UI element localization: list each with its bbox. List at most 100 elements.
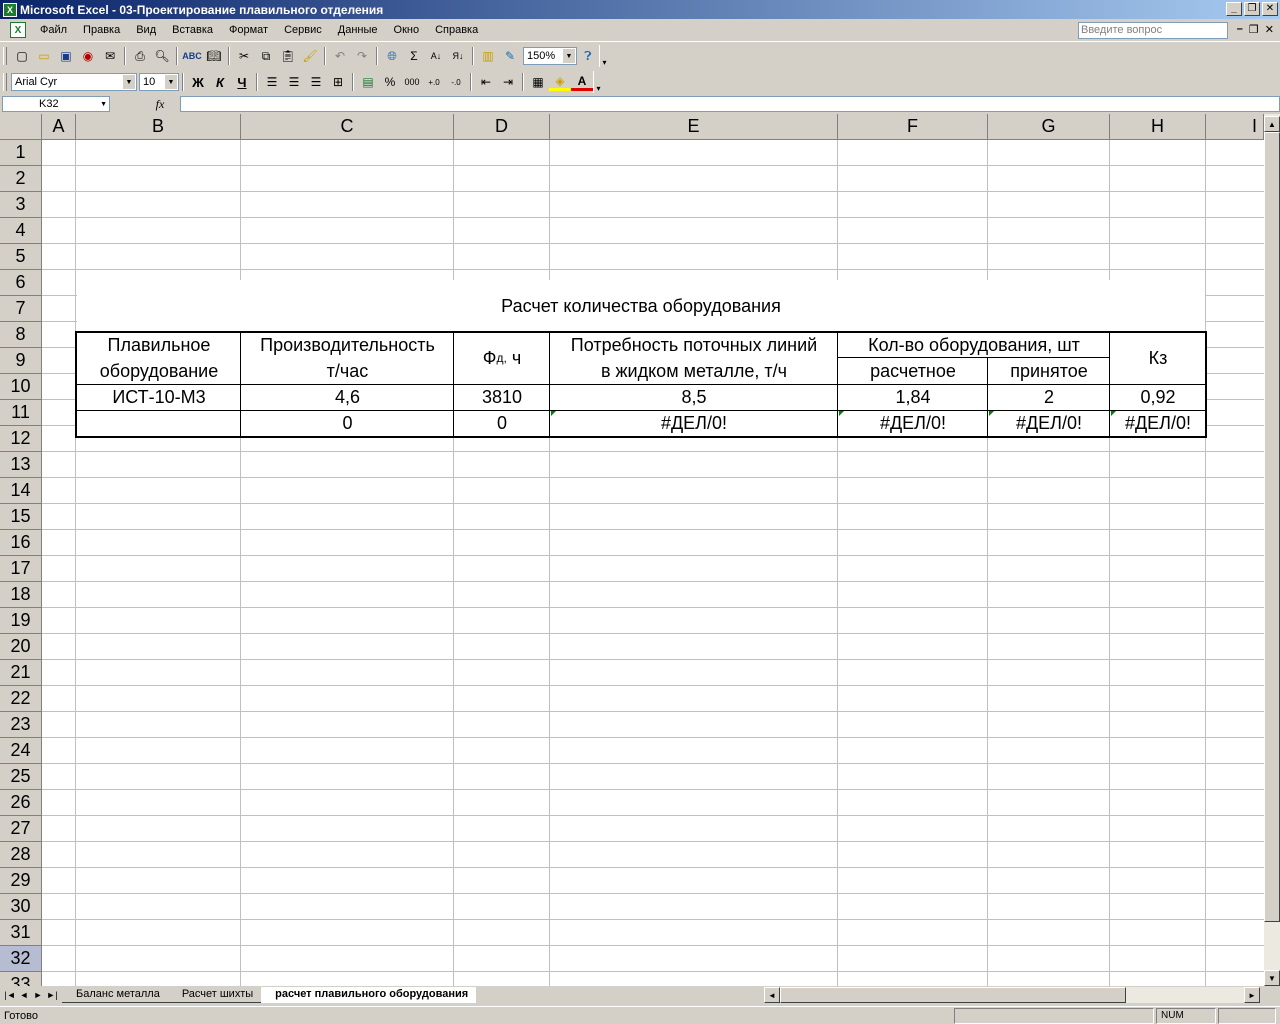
error-indicator-icon[interactable] — [839, 411, 844, 416]
row-header[interactable]: 26 — [0, 790, 42, 816]
row-header[interactable]: 22 — [0, 686, 42, 712]
row-header[interactable]: 14 — [0, 478, 42, 504]
minimize-button[interactable]: _ — [1226, 2, 1242, 16]
menu-file[interactable]: Файл — [32, 24, 75, 36]
scroll-down-icon[interactable]: ▼ — [1264, 970, 1280, 986]
undo-icon[interactable]: ↶ — [329, 45, 351, 67]
borders-icon[interactable]: ▦ — [527, 71, 549, 93]
chevron-down-icon[interactable]: ▼ — [165, 75, 177, 89]
header-melting-equipment[interactable]: Плавильное оборудование — [77, 332, 241, 384]
font-name-select[interactable]: Arial Cyr ▼ — [11, 73, 137, 91]
cell-f7[interactable]: #ДЕЛ/0! — [838, 410, 988, 436]
header-demand[interactable]: Потребность поточных линий в жидком мета… — [550, 332, 838, 384]
increase-indent-icon[interactable]: ⇥ — [497, 71, 519, 93]
row-header[interactable]: 7 — [0, 296, 42, 322]
font-color-icon[interactable]: A — [571, 73, 593, 91]
row-header[interactable]: 6 — [0, 270, 42, 296]
row-header[interactable]: 28 — [0, 842, 42, 868]
formula-input[interactable] — [180, 96, 1280, 112]
zoom-select[interactable]: 150% ▼ — [523, 47, 577, 65]
menu-format[interactable]: Формат — [221, 24, 276, 36]
header-accepted[interactable]: принятое — [988, 358, 1110, 384]
menu-tools[interactable]: Сервис — [276, 24, 330, 36]
header-calculated[interactable]: расчетное — [838, 358, 988, 384]
merge-center-icon[interactable]: ⊞ — [327, 71, 349, 93]
sheet-tab-melting-equipment[interactable]: расчет плавильного оборудования — [261, 987, 477, 1003]
header-time-fund[interactable]: Фд, ч — [454, 332, 550, 384]
paste-icon[interactable]: 📋︎ — [277, 45, 299, 67]
row-header[interactable]: 16 — [0, 530, 42, 556]
align-left-icon[interactable]: ☰ — [261, 71, 283, 93]
cell-d6[interactable]: 3810 — [454, 384, 550, 410]
menu-window[interactable]: Окно — [386, 24, 428, 36]
email-icon[interactable]: ✉ — [99, 45, 121, 67]
help-icon[interactable]: ❓︎ — [577, 45, 599, 67]
close-button[interactable]: ✕ — [1262, 2, 1278, 16]
column-header-b[interactable]: B — [76, 114, 241, 140]
chevron-down-icon[interactable]: ▼ — [563, 49, 575, 63]
workbook-restore-button[interactable]: ❐ — [1249, 23, 1259, 36]
vertical-scrollbar[interactable]: ▲ ▼ — [1264, 114, 1280, 986]
currency-icon[interactable]: ▤ — [357, 71, 379, 93]
error-indicator-icon[interactable] — [1111, 411, 1116, 416]
cell-f6[interactable]: 1,84 — [838, 384, 988, 410]
column-header-d[interactable]: D — [454, 114, 550, 140]
scroll-up-icon[interactable]: ▲ — [1264, 116, 1280, 132]
column-header-h[interactable]: H — [1110, 114, 1206, 140]
row-header[interactable]: 13 — [0, 452, 42, 478]
cell-g6[interactable]: 2 — [988, 384, 1110, 410]
next-sheet-icon[interactable]: ► — [32, 990, 44, 1000]
decrease-decimal-icon[interactable]: -.0 — [445, 71, 467, 93]
italic-button[interactable]: К — [209, 71, 231, 93]
font-size-select[interactable]: 10 ▼ — [139, 73, 179, 91]
print-icon[interactable]: ⎙ — [129, 45, 151, 67]
row-header[interactable]: 1 — [0, 140, 42, 166]
horizontal-scrollbar[interactable]: ◄ ► — [764, 987, 1260, 1003]
excel-app-icon[interactable]: X — [3, 2, 17, 17]
row-header[interactable]: 2 — [0, 166, 42, 192]
autosum-icon[interactable]: Σ — [403, 45, 425, 67]
sort-descending-icon[interactable]: Я↓ — [447, 45, 469, 67]
toolbar-grip[interactable] — [3, 47, 7, 65]
spelling-icon[interactable]: ABC — [181, 45, 203, 67]
vertical-scroll-thumb[interactable] — [1264, 132, 1280, 922]
column-header-a[interactable]: A — [42, 114, 76, 140]
menu-view[interactable]: Вид — [128, 24, 164, 36]
row-header[interactable]: 32 — [0, 946, 42, 972]
last-sheet-icon[interactable]: ►| — [46, 990, 58, 1000]
header-equipment-count[interactable]: Кол-во оборудования, шт — [838, 332, 1110, 358]
error-indicator-icon[interactable] — [551, 411, 556, 416]
scroll-right-icon[interactable]: ► — [1244, 987, 1260, 1003]
cell-c6[interactable]: 4,6 — [241, 384, 454, 410]
row-header[interactable]: 11 — [0, 400, 42, 426]
drawing-icon[interactable]: ✎ — [499, 45, 521, 67]
row-header[interactable]: 21 — [0, 660, 42, 686]
new-icon[interactable]: ▢ — [11, 45, 33, 67]
format-painter-icon[interactable]: 🖌︎ — [299, 45, 321, 67]
chart-wizard-icon[interactable]: ▥ — [477, 45, 499, 67]
column-header-e[interactable]: E — [550, 114, 838, 140]
underline-button[interactable]: Ч — [231, 71, 253, 93]
decrease-indent-icon[interactable]: ⇤ — [475, 71, 497, 93]
copy-icon[interactable]: ⧉ — [255, 45, 277, 67]
row-header[interactable]: 20 — [0, 634, 42, 660]
horizontal-scroll-thumb[interactable] — [780, 987, 1126, 1003]
sheet-title[interactable]: Расчет количества оборудования — [77, 280, 1205, 332]
row-header[interactable]: 4 — [0, 218, 42, 244]
workbook-minimize-button[interactable]: – — [1237, 23, 1243, 36]
align-center-icon[interactable]: ☰ — [283, 71, 305, 93]
cell-b7[interactable] — [77, 410, 241, 436]
hyperlink-icon[interactable]: 🌐︎ — [381, 45, 403, 67]
research-icon[interactable]: 📖︎ — [203, 45, 225, 67]
cell-e6[interactable]: 8,5 — [550, 384, 838, 410]
increase-decimal-icon[interactable]: +.0 — [423, 71, 445, 93]
cell-b6[interactable]: ИСТ-10-М3 — [77, 384, 241, 410]
cell-g7[interactable]: #ДЕЛ/0! — [988, 410, 1110, 436]
row-header[interactable]: 3 — [0, 192, 42, 218]
toolbar-grip[interactable] — [3, 73, 7, 91]
toolbar-options-icon[interactable]: ▾ — [593, 71, 603, 93]
row-header[interactable]: 18 — [0, 582, 42, 608]
column-header-c[interactable]: C — [241, 114, 454, 140]
row-header[interactable]: 10 — [0, 374, 42, 400]
help-question-input[interactable]: Введите вопрос — [1078, 22, 1228, 39]
